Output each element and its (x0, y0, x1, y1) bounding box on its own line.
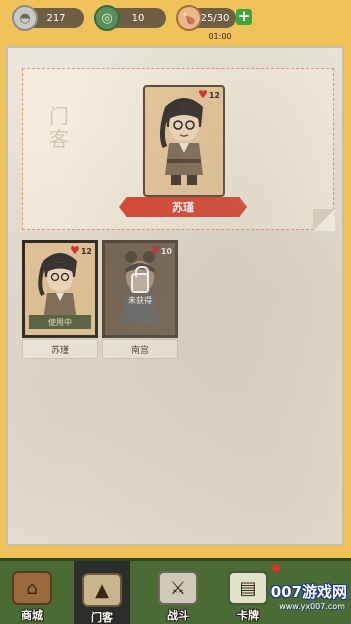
nav-tab-battle[interactable]: ⚔ 战斗 (150, 569, 206, 624)
showcase-title: 门客 (49, 104, 69, 151)
nav-tab-cards[interactable]: ▤ 卡牌 (220, 569, 276, 624)
in-use-tag: 使用中 (29, 315, 91, 329)
hero-portrait (159, 98, 203, 185)
watermark-url: www.yx007.com (279, 602, 345, 611)
retainer-icon: ▲ (82, 573, 122, 607)
battle-icon: ⚔ (158, 571, 198, 605)
add-stamina-button[interactable]: + (236, 9, 252, 25)
featured-hero-card[interactable]: ♥ 12 (143, 85, 225, 197)
stamina-timer: 01:00 (208, 32, 232, 41)
roster-card-name: 苏瑾 (22, 339, 98, 359)
nav-tab-shop[interactable]: ⌂ 商城 (4, 569, 60, 624)
locked-label: 未获得 (128, 296, 152, 305)
retainer-panel: 门客 ♥ 12 苏瑾 ♥ 12 使用中 苏瑾 ♥ 10 未获得 南宫 (6, 46, 344, 546)
locked-overlay: 未获得 (119, 266, 161, 306)
lock-icon (131, 266, 149, 293)
roster-card-frame: ♥ 10 未获得 (102, 240, 178, 338)
notification-dot (272, 564, 280, 572)
roster-card-name: 南宫 (102, 339, 178, 359)
silver-ingot-icon: ◓ (12, 5, 38, 31)
nav-tab-label: 门客 (91, 611, 113, 624)
jade-coin-icon: ◎ (94, 5, 120, 31)
jade-counter: ◎ 10 (94, 5, 166, 31)
nav-tab-retainer[interactable]: ▲ 门客 (74, 561, 130, 624)
hero-name-banner: 苏瑾 (119, 197, 247, 217)
stamina-amount: 25/30 (200, 12, 230, 24)
silver-counter: ◓ 217 (12, 5, 84, 31)
nav-tab-label: 战斗 (167, 609, 189, 622)
roster-card-sujin[interactable]: ♥ 12 使用中 苏瑾 (22, 240, 98, 360)
card-icon: ▤ (228, 571, 268, 605)
shop-icon: ⌂ (12, 571, 52, 605)
roster-card-nangong[interactable]: ♥ 10 未获得 南宫 (102, 240, 178, 360)
roster-card-frame: ♥ 12 使用中 (22, 240, 98, 338)
drumstick-icon: 🍗 (176, 5, 202, 31)
hero-showcase: 门客 ♥ 12 苏瑾 (22, 68, 335, 231)
nav-tab-label: 卡牌 (237, 609, 259, 622)
silver-amount: 217 (46, 12, 66, 24)
jade-amount: 10 (131, 12, 145, 24)
stamina-counter: 🍗 25/30 + (176, 5, 252, 31)
nav-tab-label: 商城 (21, 609, 43, 622)
watermark-brand: 007游戏网 (270, 583, 347, 601)
page-corner-fold (313, 209, 335, 231)
